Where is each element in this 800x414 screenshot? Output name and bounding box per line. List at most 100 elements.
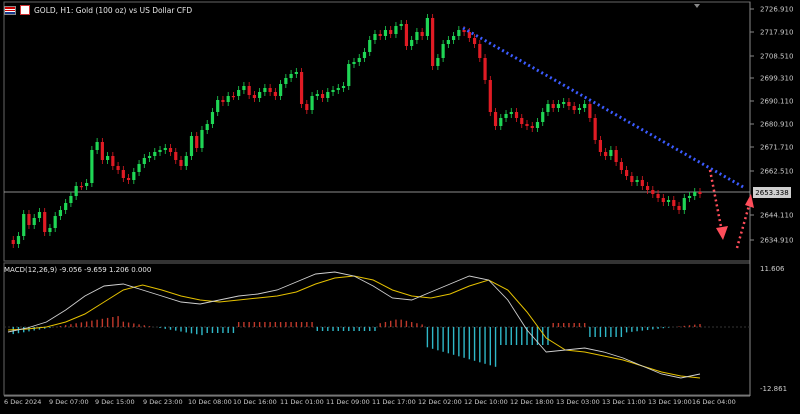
macd-histogram-bar [311, 322, 312, 327]
macd-histogram-bar [269, 322, 270, 327]
macd-histogram-bar [605, 327, 606, 337]
macd-axis-bottom: -12.861 [760, 385, 787, 393]
macd-histogram-bar [668, 327, 669, 328]
candle-body [310, 96, 313, 110]
candle-body [64, 203, 67, 210]
macd-histogram-bar [107, 318, 108, 327]
macd-histogram-bar [217, 327, 218, 333]
macd-histogram-bar [453, 327, 454, 355]
time-tick-label: 9 Dec 15:00 [95, 398, 135, 406]
shift-marker-icon[interactable] [694, 4, 700, 8]
macd-panel-frame [4, 263, 750, 395]
macd-histogram-bar [657, 327, 658, 329]
macd-histogram-bar [684, 326, 685, 327]
price-tick-label: 2671.710 [760, 144, 793, 152]
candle-body [693, 192, 696, 196]
candle-body [221, 100, 224, 102]
down-arrow-drawing[interactable] [710, 170, 722, 232]
candle-body [305, 104, 308, 110]
time-tick-label: 13 Dec 11:00 [602, 398, 646, 406]
price-tick-label: 2662.510 [760, 168, 793, 176]
candle-body [421, 32, 424, 36]
macd-histogram-bar [369, 327, 370, 331]
candle-body [588, 104, 591, 118]
candle-body [672, 200, 675, 206]
chart-window[interactable]: 2726.9102717.9102708.5102699.3102690.110… [0, 0, 800, 410]
candle-body [431, 18, 434, 66]
macd-histogram-bar [652, 327, 653, 329]
macd-histogram-bar [442, 327, 443, 352]
macd-histogram-bar [348, 327, 349, 331]
time-tick-label: 12 Dec 18:00 [510, 398, 554, 406]
macd-main-line [8, 272, 700, 378]
candle-body [274, 92, 277, 96]
macd-histogram-bar [521, 327, 522, 345]
up-arrow-drawing[interactable] [737, 202, 750, 248]
candle-body [641, 180, 644, 186]
macd-histogram-bar [65, 325, 66, 327]
candle-body [599, 140, 602, 152]
price-chart[interactable]: 2726.9102717.9102708.5102699.3102690.110… [0, 0, 800, 410]
macd-histogram-bar [495, 327, 496, 367]
candle-body [394, 26, 397, 34]
candle-body [331, 90, 334, 92]
macd-histogram-bar [264, 322, 265, 327]
macd-histogram-bar [621, 327, 622, 337]
macd-axis-top: 11.606 [760, 265, 785, 273]
candle-body [284, 78, 287, 84]
macd-histogram-bar [516, 327, 517, 345]
macd-histogram-bar [694, 325, 695, 327]
macd-histogram-bar [243, 322, 244, 327]
macd-histogram-bar [70, 324, 71, 327]
macd-histogram-bar [647, 327, 648, 330]
macd-histogram-bar [123, 322, 124, 327]
macd-histogram-bar [589, 327, 590, 337]
candle-body [22, 214, 25, 236]
price-tick-label: 2699.310 [760, 75, 793, 83]
macd-histogram-bar [406, 321, 407, 327]
candle-body [478, 44, 481, 58]
macd-histogram-bar [469, 327, 470, 359]
macd-histogram-bar [275, 322, 276, 327]
macd-histogram-bar [364, 327, 365, 331]
macd-histogram-bar [306, 322, 307, 327]
candle-body [515, 112, 518, 118]
macd-histogram-bar [327, 327, 328, 331]
price-tick-label: 2708.510 [760, 53, 793, 61]
price-tick-label: 2726.910 [760, 6, 793, 14]
macd-histogram-bar [96, 320, 97, 327]
candle-body [368, 40, 371, 52]
candle-body [232, 96, 235, 97]
chart-title-bar: GOLD, H1: Gold (100 oz) vs US Dollar CFD [4, 3, 192, 17]
macd-histogram-bar [390, 321, 391, 327]
macd-histogram-bar [568, 323, 569, 327]
macd-histogram-bar [91, 321, 92, 327]
candle-body [494, 112, 497, 126]
candle-body [174, 152, 177, 160]
macd-histogram-bar [332, 327, 333, 331]
macd-histogram-bar [338, 327, 339, 331]
trendline-drawing[interactable] [463, 28, 745, 188]
price-panel-frame [4, 2, 750, 261]
candle-body [90, 150, 93, 183]
candle-body [33, 218, 36, 225]
candle-body [473, 38, 476, 44]
candle-body [415, 32, 418, 40]
macd-histogram-bar [411, 322, 412, 327]
candle-body [253, 95, 256, 98]
candle-body [200, 130, 203, 148]
candle-body [127, 178, 130, 180]
candle-body [483, 58, 486, 80]
flag-icon [4, 6, 16, 15]
macd-histogram-bar [479, 327, 480, 362]
candle-body [667, 200, 670, 202]
macd-histogram-bar [117, 316, 118, 327]
candle-body [195, 136, 198, 148]
macd-histogram-bar [180, 327, 181, 332]
candle-body [258, 92, 261, 98]
macd-histogram-bar [248, 322, 249, 327]
candle-body [698, 192, 701, 194]
candle-body [352, 62, 355, 64]
macd-histogram-bar [133, 323, 134, 327]
candle-body [295, 72, 298, 74]
